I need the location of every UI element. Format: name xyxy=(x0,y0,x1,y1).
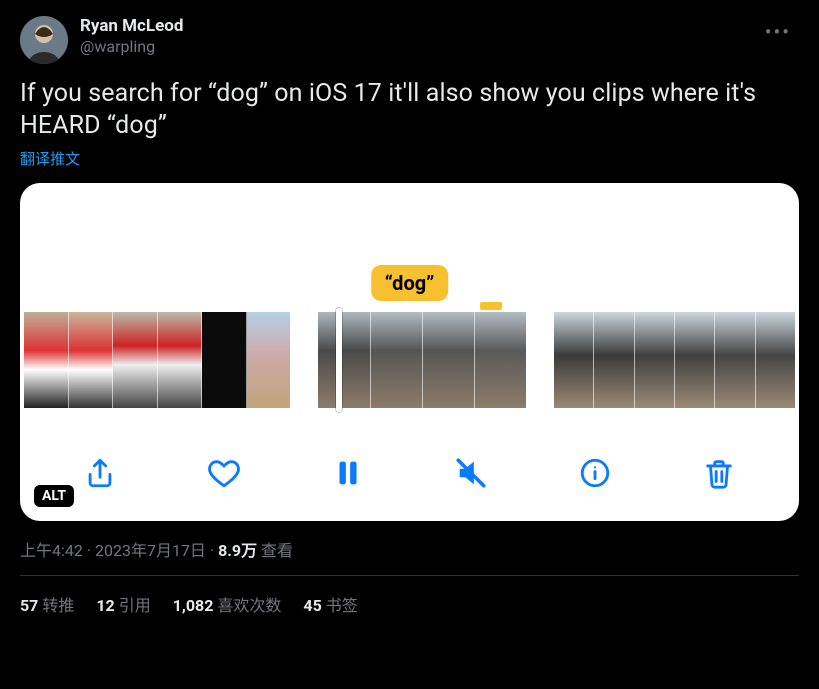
video-frame[interactable] xyxy=(475,312,526,408)
video-frame[interactable] xyxy=(675,312,715,408)
heart-icon xyxy=(207,456,241,494)
clip-group-1[interactable] xyxy=(24,312,290,408)
tweet-date[interactable]: 2023年7月17日 xyxy=(95,541,206,560)
likes-stat[interactable]: 1,082喜欢次数 xyxy=(173,592,282,616)
translate-link[interactable]: 翻译推文 xyxy=(20,148,80,169)
quotes-stat[interactable]: 12引用 xyxy=(96,592,150,616)
author-block[interactable]: Ryan McLeod @warpling xyxy=(80,16,757,56)
info-icon xyxy=(578,456,612,494)
video-frame[interactable] xyxy=(371,312,423,408)
delete-button[interactable] xyxy=(699,455,739,495)
video-frame[interactable] xyxy=(594,312,634,408)
tweet-meta: 上午4:42 · 2023年7月17日 · 8.9万 查看 xyxy=(20,537,799,561)
video-frame[interactable] xyxy=(247,312,291,408)
trash-icon xyxy=(702,456,736,494)
share-button[interactable] xyxy=(80,455,120,495)
video-frame[interactable] xyxy=(113,312,158,408)
playhead-marker xyxy=(480,302,502,310)
tweet-stats: 57转推 12引用 1,082喜欢次数 45书签 xyxy=(20,576,799,616)
mute-button[interactable] xyxy=(451,455,491,495)
retweets-stat[interactable]: 57转推 xyxy=(20,592,74,616)
tweet-time[interactable]: 上午4:42 xyxy=(20,541,83,560)
pause-icon xyxy=(331,456,365,494)
info-button[interactable] xyxy=(575,455,615,495)
search-term-chip: “dog” xyxy=(371,265,449,301)
video-frame[interactable] xyxy=(318,312,370,408)
video-frame[interactable] xyxy=(715,312,755,408)
video-frame[interactable] xyxy=(69,312,114,408)
media-card[interactable]: “dog” xyxy=(20,183,799,521)
alt-badge[interactable]: ALT xyxy=(34,485,74,507)
video-frame[interactable] xyxy=(554,312,594,408)
video-frame[interactable] xyxy=(756,312,795,408)
clip-group-3[interactable] xyxy=(554,312,795,408)
video-frame[interactable] xyxy=(202,312,247,408)
video-frame[interactable] xyxy=(158,312,203,408)
video-frame[interactable] xyxy=(423,312,475,408)
bookmarks-stat[interactable]: 45书签 xyxy=(303,592,357,616)
speaker-muted-icon xyxy=(454,456,488,494)
video-frame[interactable] xyxy=(635,312,675,408)
tweet-container: Ryan McLeod @warpling ••• If you search … xyxy=(0,0,819,616)
views-count: 8.9万 xyxy=(218,541,257,560)
video-filmstrip[interactable] xyxy=(20,312,799,408)
author-display-name: Ryan McLeod xyxy=(80,16,757,36)
like-button[interactable] xyxy=(204,455,244,495)
tweet-text: If you search for “dog” on iOS 17 it'll … xyxy=(20,78,799,142)
avatar[interactable] xyxy=(20,16,68,64)
author-handle: @warpling xyxy=(80,37,757,56)
pause-button[interactable] xyxy=(328,455,368,495)
clip-group-2[interactable] xyxy=(318,312,526,408)
video-frame[interactable] xyxy=(24,312,69,408)
share-icon xyxy=(83,456,117,494)
media-toolbar xyxy=(20,455,799,495)
more-options-button[interactable]: ••• xyxy=(757,16,799,48)
playhead[interactable] xyxy=(336,308,342,412)
tweet-header: Ryan McLeod @warpling ••• xyxy=(20,16,799,64)
views-label: 查看 xyxy=(257,541,293,560)
